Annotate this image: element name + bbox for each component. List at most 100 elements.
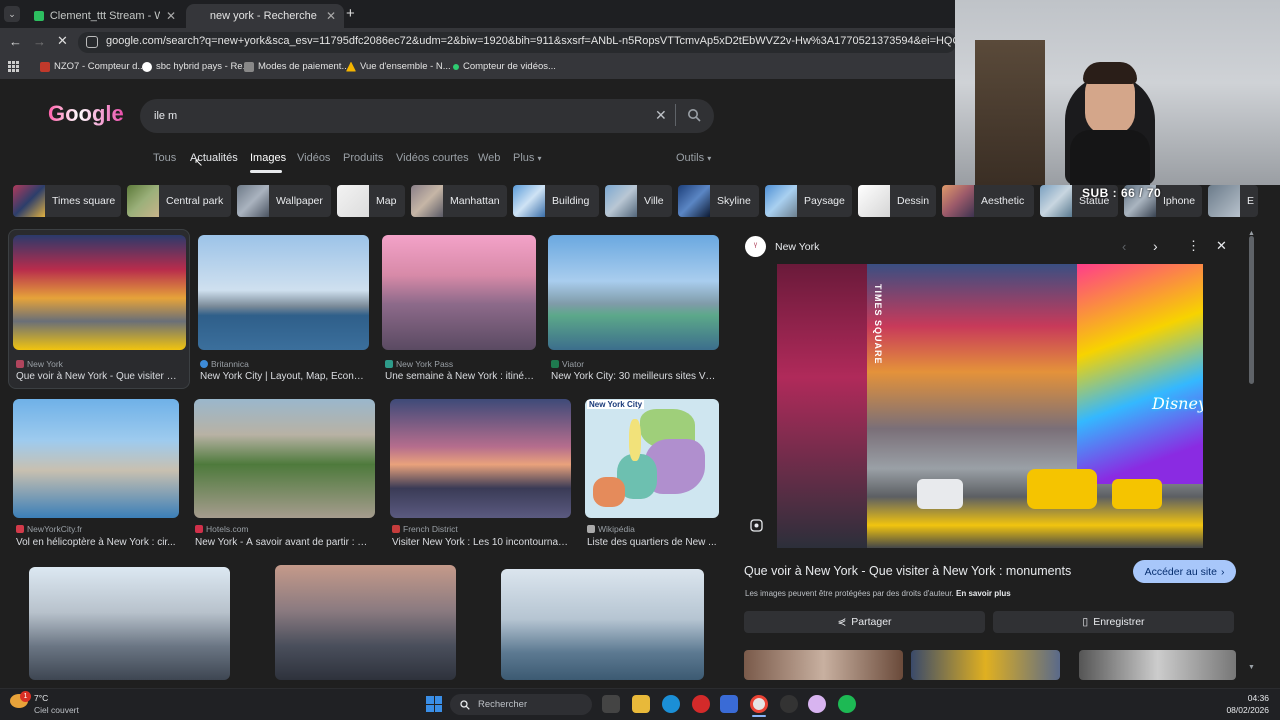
chip-paysage[interactable]: Paysage <box>765 185 852 217</box>
new-tab-icon[interactable]: + <box>346 5 355 22</box>
temperature[interactable]: 7°C <box>34 693 48 703</box>
result-image-skyline-liberty[interactable] <box>29 567 230 680</box>
file-explorer-icon[interactable] <box>632 695 650 713</box>
stop-loading-icon[interactable]: ✕ <box>57 33 68 49</box>
chip-more[interactable]: E <box>1208 185 1258 217</box>
result-title[interactable]: New York - À savoir avant de partir : Gu… <box>195 537 375 548</box>
save-button[interactable]: ▯ Enregistrer <box>993 611 1234 633</box>
result-title[interactable]: Une semaine à New York : itinér... <box>385 371 535 382</box>
result-image-city-aerial[interactable] <box>275 565 456 680</box>
related-image[interactable] <box>744 650 903 680</box>
search-box[interactable] <box>140 99 714 133</box>
chip-aesthetic[interactable]: Aesthetic <box>942 185 1034 217</box>
clock-time[interactable]: 04:36 <box>1237 693 1269 703</box>
share-button[interactable]: ⋞ Partager <box>744 611 985 633</box>
tab-plus[interactable]: Plus ▾ <box>513 152 541 164</box>
clear-search-icon[interactable]: ✕ <box>655 107 667 124</box>
result-image-skyline-day[interactable] <box>501 569 704 680</box>
chip-building[interactable]: Building <box>513 185 599 217</box>
result-image-statue-liberty[interactable] <box>198 235 369 350</box>
result-source[interactable]: Hotels.com <box>195 524 249 534</box>
chip-ville[interactable]: Ville <box>605 185 672 217</box>
result-source[interactable]: French District <box>392 524 458 534</box>
chip-skyline[interactable]: Skyline <box>678 185 759 217</box>
taskbar-search[interactable]: Rechercher <box>450 694 592 715</box>
tab-videos[interactable]: Vidéos <box>297 152 330 164</box>
edge-icon[interactable] <box>662 695 680 713</box>
result-source[interactable]: New York Pass <box>385 359 453 369</box>
site-info-icon[interactable] <box>86 36 98 48</box>
search-input[interactable]: ile m <box>154 110 177 122</box>
result-image-brooklyn-bridge[interactable] <box>390 399 571 518</box>
result-source[interactable]: Wikipédia <box>587 524 635 534</box>
tab-web[interactable]: Web <box>478 152 500 164</box>
result-title[interactable]: New York City | Layout, Map, Econo... <box>200 371 366 382</box>
tab-twitch[interactable]: Clement_ttt Stream - Watch Live ✕ <box>26 4 184 28</box>
chip-map[interactable]: Map <box>337 185 405 217</box>
forward-icon[interactable]: → <box>33 34 46 49</box>
opera-icon[interactable] <box>692 695 710 713</box>
result-source[interactable]: NewYorkCity.fr <box>16 524 82 534</box>
result-image-liberty-skyline[interactable] <box>548 235 719 350</box>
bookmark-compteur[interactable]: Compteur de vidéos... <box>453 61 556 72</box>
result-image-central-park[interactable] <box>194 399 375 518</box>
chrome-icon[interactable] <box>750 695 768 713</box>
result-image-times-square[interactable] <box>13 235 186 350</box>
result-title[interactable]: Vol en hélicoptère à New York : cir... <box>16 537 178 548</box>
scroll-down-icon[interactable]: ▼ <box>1248 664 1255 671</box>
search-icon[interactable] <box>687 108 701 122</box>
result-image-nyc-map[interactable]: New York City <box>585 399 719 518</box>
weather-condition[interactable]: Ciel couvert <box>34 705 79 715</box>
result-source[interactable]: Britannica <box>200 359 249 369</box>
related-image[interactable] <box>911 650 1060 680</box>
learn-more-link[interactable]: En savoir plus <box>956 589 1011 598</box>
bookmark-sbc[interactable]: sbc hybrid pays - Re... <box>142 61 251 72</box>
scroll-up-icon[interactable]: ▲ <box>1248 230 1255 237</box>
panel-source[interactable]: New York <box>775 241 819 253</box>
bookmark-nzo7[interactable]: NZO7 - Compteur d... <box>40 61 145 72</box>
visit-site-button[interactable]: Accéder au site › <box>1133 560 1236 583</box>
task-view-icon[interactable] <box>602 695 620 713</box>
related-image[interactable] <box>1079 650 1236 680</box>
bookmark-vue[interactable]: Vue d'ensemble - N... <box>346 61 451 72</box>
close-tab-icon[interactable]: ✕ <box>166 9 176 23</box>
tab-google[interactable]: new york - Recherche Google ✕ <box>186 4 344 28</box>
address-bar[interactable]: google.com/search?q=new+york&sca_esv=117… <box>78 32 956 53</box>
result-title[interactable]: Visiter New York : Les 10 incontournabl.… <box>392 537 570 548</box>
chip-dessin[interactable]: Dessin <box>858 185 936 217</box>
result-source[interactable]: New York <box>16 359 63 369</box>
preview-image-times-square[interactable]: TIMES SQUARE Disney <box>777 264 1203 548</box>
next-icon[interactable]: › <box>1153 238 1158 254</box>
tab-search-button[interactable]: ⌄ <box>4 6 20 22</box>
chip-manhattan[interactable]: Manhattan <box>411 185 507 217</box>
tab-videos-courtes[interactable]: Vidéos courtes <box>396 152 469 164</box>
tools-button[interactable]: Outils ▾ <box>676 152 711 164</box>
app-icon[interactable] <box>808 695 826 713</box>
obs-icon[interactable] <box>780 695 798 713</box>
result-title[interactable]: Que voir à New York - Que visiter à ... <box>16 371 182 382</box>
panel-scrollbar[interactable] <box>1249 236 1254 384</box>
tab-produits[interactable]: Produits <box>343 152 383 164</box>
close-panel-icon[interactable]: ✕ <box>1216 238 1227 254</box>
previous-icon[interactable]: ‹ <box>1122 239 1126 254</box>
result-title[interactable]: New York City: 30 meilleurs sites Vis... <box>551 371 717 382</box>
result-title[interactable]: Liste des quartiers de New ... <box>587 537 717 548</box>
chip-wallpaper[interactable]: Wallpaper <box>237 185 331 217</box>
bookmark-paiement[interactable]: Modes de paiement... <box>244 61 349 72</box>
windows-start-icon[interactable] <box>426 696 442 712</box>
back-icon[interactable]: ← <box>9 34 22 49</box>
tab-images[interactable]: Images <box>250 152 286 164</box>
result-image-aerial-manhattan[interactable] <box>13 399 179 518</box>
result-image-empire-state[interactable] <box>382 235 536 350</box>
more-options-icon[interactable]: ⋮ <box>1187 238 1200 254</box>
tab-tous[interactable]: Tous <box>153 152 176 164</box>
lens-icon[interactable] <box>750 519 763 532</box>
apps-icon[interactable] <box>8 61 19 72</box>
google-logo[interactable]: Google <box>48 101 124 127</box>
panel-title[interactable]: Que voir à New York - Que visiter à New … <box>744 564 1071 578</box>
store-icon[interactable] <box>720 695 738 713</box>
close-tab-icon[interactable]: ✕ <box>326 9 336 23</box>
chip-times-square[interactable]: Times square <box>13 185 121 217</box>
spotify-icon[interactable] <box>838 695 856 713</box>
clock-date[interactable]: 08/02/2026 <box>1221 705 1269 715</box>
